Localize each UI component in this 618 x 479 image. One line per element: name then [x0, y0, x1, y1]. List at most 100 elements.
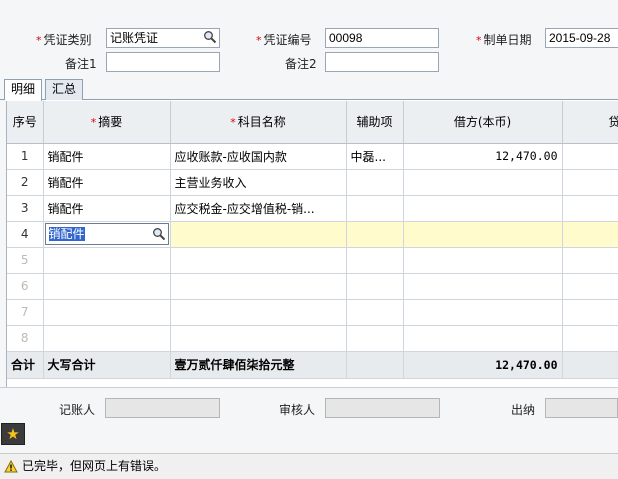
- cell-summary[interactable]: [43, 247, 171, 274]
- table-row[interactable]: 3 销配件 应交税金-应交增值税-销...: [7, 195, 618, 222]
- voucher-no-label: * 凭证编号: [256, 33, 312, 47]
- search-icon[interactable]: [152, 227, 166, 241]
- cell-credit[interactable]: [562, 273, 618, 300]
- warning-icon[interactable]: [4, 460, 18, 473]
- total-debit: 12,470.00: [403, 350, 563, 379]
- cashier-label: 出纳: [511, 403, 536, 417]
- total-caps-label: 大写合计: [43, 350, 171, 379]
- cell-credit[interactable]: [562, 221, 618, 248]
- total-credit: [562, 350, 618, 379]
- cell-summary[interactable]: [43, 325, 171, 352]
- remark2-field[interactable]: [325, 52, 439, 72]
- row-number: 6: [7, 273, 44, 300]
- date-field[interactable]: 2015-09-28: [545, 28, 618, 48]
- table-row-active[interactable]: 4 销配件: [7, 221, 618, 248]
- cell-credit[interactable]: [562, 143, 618, 170]
- col-header-debit[interactable]: 借方(本币): [403, 101, 563, 144]
- cell-debit[interactable]: [403, 247, 563, 274]
- cell-debit[interactable]: [403, 299, 563, 326]
- cell-account[interactable]: [170, 273, 347, 300]
- signature-footer: 记账人 审核人 出纳: [0, 387, 618, 453]
- tab-summary[interactable]: 汇总: [45, 79, 84, 100]
- cell-account[interactable]: 应交税金-应交增值税-销...: [170, 195, 347, 222]
- cell-credit[interactable]: [562, 325, 618, 352]
- favorite-star-icon[interactable]: ★: [1, 423, 25, 445]
- cell-debit[interactable]: [403, 169, 563, 196]
- cell-aux[interactable]: [346, 299, 404, 326]
- date-label: * 制单日期: [476, 33, 532, 47]
- table-row-empty[interactable]: 6: [7, 273, 618, 300]
- browser-status-bar: 已完毕，但网页上有错误。: [0, 453, 618, 479]
- grid-header-row: 序号 *摘要 *科目名称 辅助项 借方(本币) 贷: [7, 101, 618, 144]
- cell-account[interactable]: [170, 221, 347, 248]
- cell-credit[interactable]: [562, 299, 618, 326]
- tab-detail[interactable]: 明细: [4, 79, 43, 101]
- reviewer-label: 审核人: [279, 403, 316, 417]
- remark1-field[interactable]: [106, 52, 220, 72]
- voucher-header-form: * 凭证类别 记账凭证 * 凭证编号 00098 * 制单日期 2015-09-28 …: [0, 0, 618, 78]
- tab-strip: 明细 汇总: [0, 78, 618, 101]
- bookkeeper-label: 记账人: [59, 403, 96, 417]
- col-header-aux[interactable]: 辅助项: [346, 101, 404, 144]
- cell-debit[interactable]: 12,470.00: [403, 143, 563, 170]
- cell-summary[interactable]: 销配件: [43, 169, 171, 196]
- remark1-label: 备注1: [65, 57, 97, 71]
- table-row-empty[interactable]: 8: [7, 325, 618, 352]
- cell-account[interactable]: 主营业务收入: [170, 169, 347, 196]
- row-number: 7: [7, 299, 44, 326]
- cell-credit[interactable]: [562, 169, 618, 196]
- cell-credit[interactable]: [562, 195, 618, 222]
- row-number: 8: [7, 325, 44, 352]
- cell-summary[interactable]: 销配件: [43, 195, 171, 222]
- cell-summary[interactable]: 销配件: [43, 143, 171, 170]
- cell-aux[interactable]: [346, 247, 404, 274]
- voucher-type-value: 记账凭证: [110, 31, 159, 45]
- total-aux: [346, 350, 404, 379]
- col-header-credit[interactable]: 贷: [562, 101, 618, 144]
- row-number: 3: [7, 195, 44, 222]
- row-number: 1: [7, 143, 44, 170]
- total-label: 合计: [7, 350, 44, 379]
- bookkeeper-field: [105, 398, 220, 418]
- table-row-empty[interactable]: 7: [7, 299, 618, 326]
- voucher-type-field[interactable]: 记账凭证: [106, 28, 220, 48]
- total-caps-value: 壹万贰仟肆佰柒拾元整: [170, 350, 347, 379]
- cell-account[interactable]: [170, 325, 347, 352]
- col-header-summary[interactable]: * 摘要: [43, 101, 171, 144]
- cell-aux[interactable]: [346, 169, 404, 196]
- total-row: 合计 大写合计 壹万贰仟肆佰柒拾元整 12,470.00: [7, 350, 618, 379]
- cell-summary-editor[interactable]: 销配件: [43, 221, 171, 248]
- cell-debit[interactable]: [403, 221, 563, 248]
- voucher-type-label: * 凭证类别: [36, 33, 92, 47]
- search-icon[interactable]: [203, 30, 217, 44]
- cell-account[interactable]: [170, 247, 347, 274]
- cell-summary[interactable]: [43, 273, 171, 300]
- cashier-field: [545, 398, 618, 418]
- table-row[interactable]: 2 销配件 主营业务收入: [7, 169, 618, 196]
- summary-edit-input[interactable]: 销配件: [44, 223, 169, 245]
- cell-debit[interactable]: [403, 273, 563, 300]
- cell-aux[interactable]: [346, 195, 404, 222]
- col-header-account[interactable]: * 科目名称: [170, 101, 347, 144]
- voucher-no-field[interactable]: 00098: [325, 28, 439, 48]
- row-number: 4: [7, 221, 44, 248]
- table-row[interactable]: 1 销配件 应收账款-应收国内款 中磊... 12,470.00: [7, 143, 618, 170]
- table-row-empty[interactable]: 5: [7, 247, 618, 274]
- voucher-entry-grid: 序号 *摘要 *科目名称 辅助项 借方(本币) 贷 1 销配件 应收账款-应收国…: [6, 101, 618, 387]
- cell-aux[interactable]: [346, 273, 404, 300]
- cell-aux[interactable]: [346, 325, 404, 352]
- selected-text: 销配件: [48, 227, 85, 241]
- cell-aux[interactable]: [346, 221, 404, 248]
- reviewer-field: [325, 398, 440, 418]
- cell-aux[interactable]: 中磊...: [346, 143, 404, 170]
- row-number: 2: [7, 169, 44, 196]
- cell-summary[interactable]: [43, 299, 171, 326]
- cell-debit[interactable]: [403, 195, 563, 222]
- cell-debit[interactable]: [403, 325, 563, 352]
- row-number: 5: [7, 247, 44, 274]
- cell-account[interactable]: 应收账款-应收国内款: [170, 143, 347, 170]
- cell-account[interactable]: [170, 299, 347, 326]
- status-text: 已完毕，但网页上有错误。: [22, 459, 167, 473]
- cell-credit[interactable]: [562, 247, 618, 274]
- col-header-no: 序号: [7, 101, 44, 144]
